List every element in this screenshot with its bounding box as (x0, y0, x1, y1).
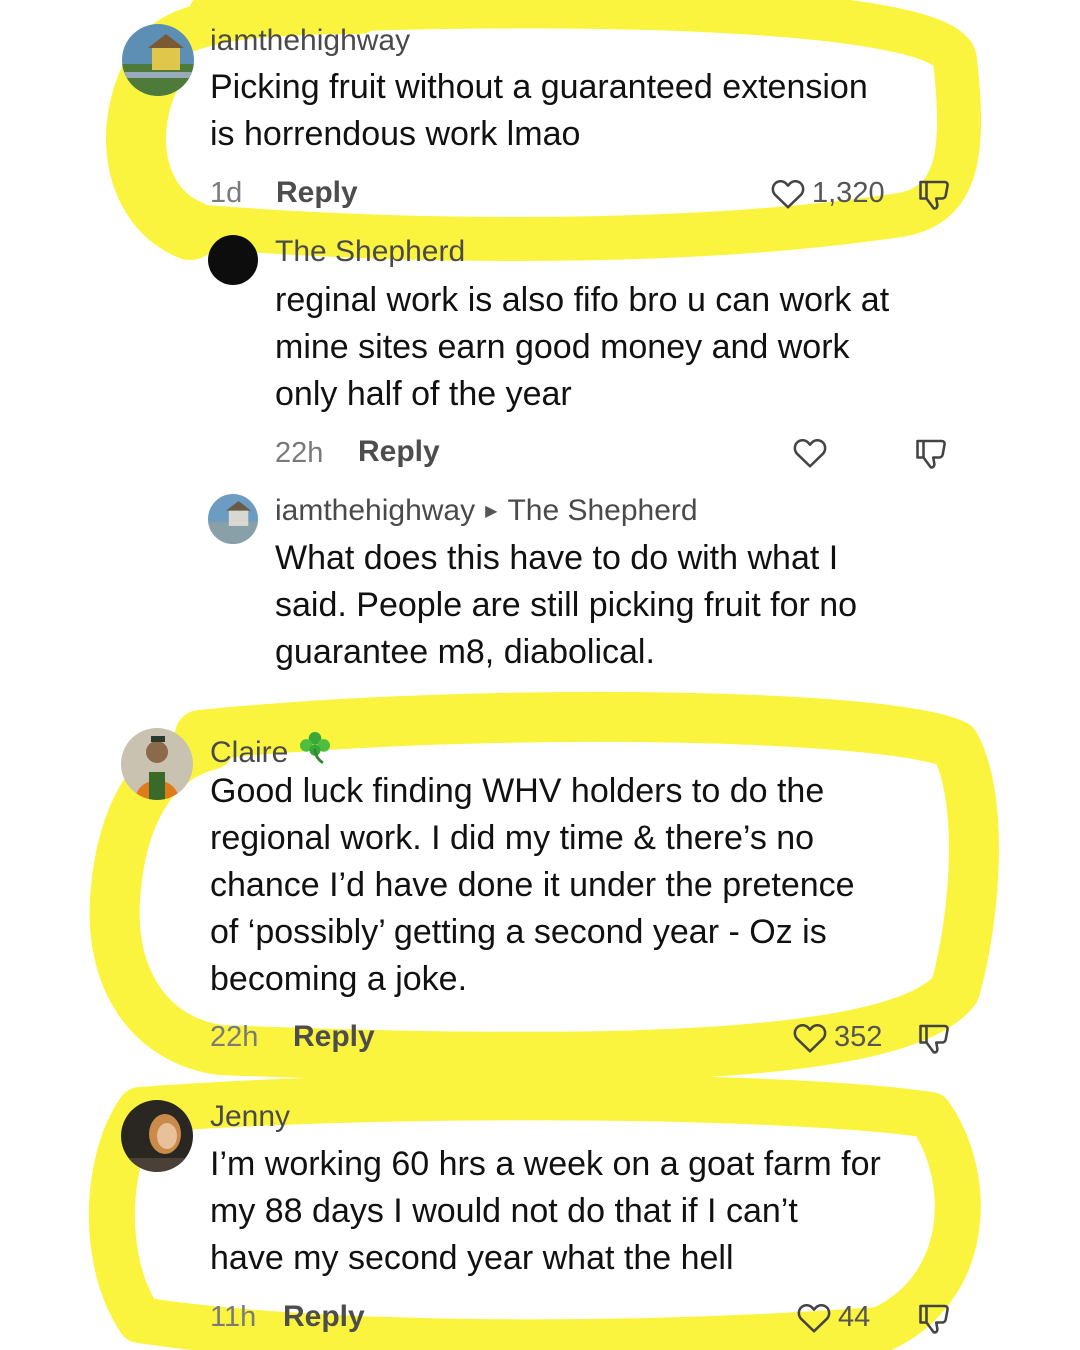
comment-iamthehighway: iamthehighway Picking fruit without a gu… (0, 0, 1080, 240)
comment-author[interactable]: Claire (210, 736, 288, 769)
reply-text-line: only half of the year (275, 375, 572, 413)
reply-age: 22h (275, 437, 324, 469)
reply-author[interactable]: iamthehighway (275, 494, 475, 527)
heart-icon (797, 1303, 831, 1333)
like-button[interactable] (792, 435, 828, 469)
reply-username[interactable]: The Shepherd (275, 235, 465, 269)
comment-text-line: of ‘possibly’ getting a second year - Oz… (210, 913, 827, 951)
dislike-button[interactable] (916, 1300, 952, 1341)
reply-text-line: mine sites earn good money and work (275, 328, 850, 366)
reply-text: What does this have to do with what I sa… (275, 535, 857, 676)
avatar[interactable] (122, 24, 194, 96)
like-count: 352 (834, 1020, 883, 1053)
thumbs-down-icon (919, 1024, 949, 1054)
comment-text: Good luck finding WHV holders to do the … (210, 768, 855, 1003)
reply-iamthehighway: iamthehighway ▶ The Shepherd What does thi… (0, 494, 1080, 684)
dislike-button[interactable] (916, 176, 952, 217)
comment-text: Picking fruit without a guaranteed exten… (210, 64, 868, 158)
dislike-button[interactable] (916, 1020, 952, 1061)
comment-username[interactable]: Jenny (210, 1100, 290, 1134)
comment-age: 11h (210, 1301, 257, 1333)
heart-icon (793, 1023, 827, 1053)
reply-the-shepherd: The Shepherd reginal work is also fifo b… (0, 235, 1080, 480)
avatar[interactable] (208, 235, 258, 285)
comment-text-line: regional work. I did my time & there’s n… (210, 819, 815, 857)
reply-button[interactable]: Reply (276, 176, 358, 210)
reply-username: iamthehighway ▶ The Shepherd (275, 494, 698, 528)
like-button[interactable]: 352 (792, 1020, 882, 1054)
like-button[interactable]: 44 (796, 1300, 870, 1334)
reply-button[interactable]: Reply (358, 435, 440, 469)
like-button[interactable]: 1,320 (770, 176, 885, 210)
comment-age: 22h (210, 1021, 259, 1053)
thumbs-down-icon (919, 180, 949, 210)
avatar[interactable] (121, 1100, 193, 1172)
comment-text-line: Good luck finding WHV holders to do the (210, 772, 825, 810)
comment-text-line: I’m working 60 hrs a week on a goat farm… (210, 1145, 881, 1183)
avatar[interactable] (208, 494, 258, 544)
reply-text: reginal work is also fifo bro u can work… (275, 277, 889, 418)
comment-text-line: is horrendous work lmao (210, 115, 581, 153)
heart-icon (793, 438, 827, 468)
thumbs-down-icon (919, 1304, 949, 1334)
reply-text-line: said. People are still picking fruit for… (275, 586, 858, 624)
thumbs-down-icon (916, 439, 946, 469)
comment-jenny: Jenny I’m working 60 hrs a week on a goa… (0, 1100, 1080, 1350)
like-count: 1,320 (812, 176, 885, 209)
like-count: 44 (838, 1300, 871, 1333)
reply-text-line: reginal work is also fifo bro u can work… (275, 281, 890, 319)
comment-claire: Claire Good luck finding WHV holders to … (0, 728, 1080, 1068)
heart-icon (771, 179, 805, 209)
avatar[interactable] (121, 728, 193, 800)
reply-text-line: guarantee m8, diabolical. (275, 633, 655, 671)
comment-age: 1d (210, 177, 243, 209)
comment-text-line: becoming a joke. (210, 960, 468, 998)
comment-username[interactable]: iamthehighway (210, 24, 410, 58)
reply-text-line: What does this have to do with what I (275, 539, 839, 577)
comment-text-line: chance I’d have done it under the preten… (210, 866, 855, 904)
comment-text: I’m working 60 hrs a week on a goat farm… (210, 1141, 881, 1282)
reply-button[interactable]: Reply (283, 1300, 365, 1334)
reply-to-user[interactable]: The Shepherd (507, 494, 697, 527)
reply-button[interactable]: Reply (293, 1020, 375, 1054)
comment-text-line: Picking fruit without a guaranteed exten… (210, 68, 868, 106)
comment-text-line: have my second year what the hell (210, 1239, 734, 1277)
dislike-button[interactable] (913, 435, 949, 476)
reply-arrow-icon: ▶ (485, 503, 498, 520)
comment-text-line: my 88 days I would not do that if I can’… (210, 1192, 798, 1230)
